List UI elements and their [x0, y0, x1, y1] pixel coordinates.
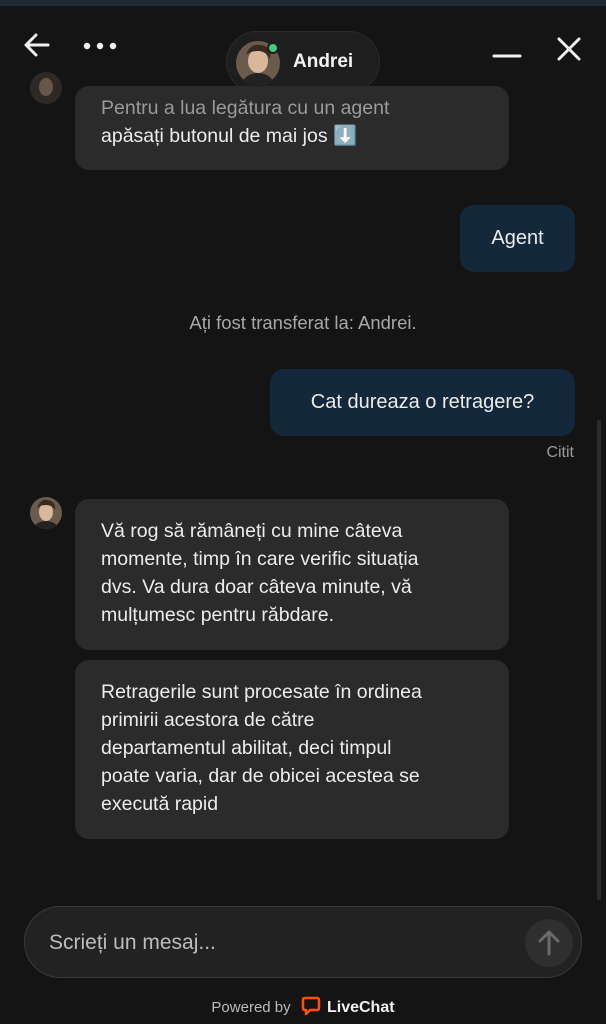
agent-info-pill[interactable]: Andrei [226, 31, 380, 93]
minimize-button[interactable] [492, 36, 522, 66]
send-arrow-icon [538, 930, 560, 956]
agent-message-bubble: Retragerile sunt procesate în ordinea pr… [75, 660, 509, 839]
message-text-line: apăsați butonul de mai jos ⬇️ [101, 125, 358, 147]
send-button[interactable] [525, 919, 573, 967]
message-text-line: Retragerile sunt procesate în ordinea [101, 681, 422, 703]
message-text-line: primirii acestora de către [101, 709, 315, 731]
message-composer [24, 906, 582, 978]
user-message-bubble: Cat dureaza o retragere? [270, 369, 575, 436]
chat-header: Andrei [0, 6, 606, 93]
message-input[interactable] [49, 925, 509, 961]
read-status: Citit [546, 444, 574, 461]
powered-by-footer[interactable]: Powered by LiveChat [0, 996, 606, 1017]
message-text: Cat dureaza o retragere? [310, 391, 535, 413]
message-text-line: poate varia, dar de obicei acestea se [101, 765, 420, 787]
message-text-line: dvs. Va dura doar câteva minute, vă [101, 576, 412, 598]
back-arrow-icon [24, 33, 50, 57]
message-text-line: Pentru a lua legătura cu un agent [101, 97, 390, 119]
powered-by-text: Powered by [211, 999, 291, 1016]
close-button[interactable] [554, 34, 584, 64]
agent-message-bubble: Pentru a lua legătura cu un agent apăsaț… [75, 86, 509, 170]
message-text-line: momente, timp în care verific situația [101, 548, 419, 570]
agent-avatar-small [30, 72, 62, 104]
livechat-brand: LiveChat [326, 999, 395, 1016]
message-text-line: mulțumesc pentru răbdare. [101, 604, 335, 626]
scrollbar[interactable] [597, 420, 601, 900]
close-icon [557, 37, 581, 61]
agent-name: Andrei [293, 51, 354, 72]
back-button[interactable] [22, 30, 52, 60]
agent-message-bubble: Vă rog să rămâneți cu mine câteva moment… [75, 499, 509, 650]
more-options-button[interactable] [82, 36, 118, 56]
message-text-line: departamentul abilitat, deci timpul [101, 737, 392, 759]
more-dots-icon [83, 42, 117, 50]
online-status-dot [267, 42, 279, 54]
message-text: Agent [491, 227, 544, 249]
agent-avatar-small [30, 497, 62, 529]
livechat-logo-icon [301, 996, 321, 1016]
system-transfer-message: Ați fost transferat la: Andrei. [189, 312, 417, 333]
message-text-line: Vă rog să rămâneți cu mine câteva [101, 520, 403, 542]
minimize-icon [492, 54, 522, 58]
message-text-line: execută rapid [101, 793, 219, 815]
down-arrow-emoji-icon: ⬇️ [333, 125, 358, 147]
user-message-bubble: Agent [460, 205, 575, 272]
